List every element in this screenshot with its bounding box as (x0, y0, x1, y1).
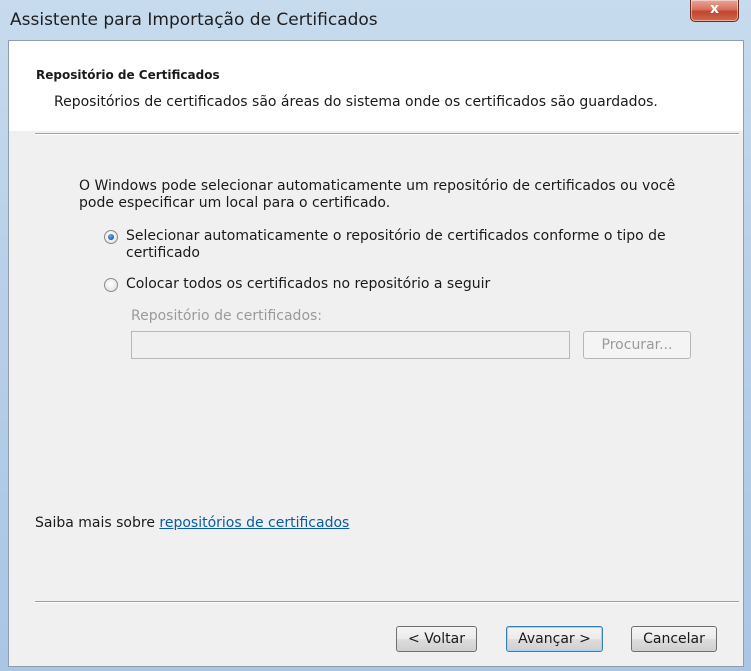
title-bar[interactable]: Assistente para Importação de Certificad… (0, 0, 751, 40)
page-description: Repositórios de certificados são áreas d… (54, 94, 658, 110)
wizard-header: Repositório de Certificados Repositórios… (9, 41, 743, 131)
next-button[interactable]: Avançar > (506, 626, 603, 652)
radio-button-selected[interactable] (104, 230, 118, 244)
close-icon: x (709, 1, 720, 17)
intro-text: O Windows pode selecionar automaticament… (79, 178, 676, 211)
close-button[interactable]: x (690, 0, 739, 22)
radio-button[interactable] (104, 278, 118, 292)
window-title: Assistente para Importação de Certificad… (10, 10, 378, 30)
footer-divider (35, 601, 739, 603)
cancel-button[interactable]: Cancelar (631, 626, 717, 652)
learn-more-link[interactable]: repositórios de certificados (159, 515, 349, 531)
certificate-store-label: Repositório de certificados: (131, 308, 323, 324)
radio-place-in-store-label[interactable]: Colocar todos os certificados no reposit… (126, 276, 490, 293)
radio-auto-select-label[interactable]: Selecionar automaticamente o repositório… (126, 228, 666, 262)
learn-more-text: Saiba mais sobre repositórios de certifi… (35, 515, 349, 531)
back-button[interactable]: < Voltar (396, 626, 477, 652)
browse-button: Procurar... (583, 331, 691, 359)
dialog-window: Assistente para Importação de Certificad… (0, 0, 751, 671)
dialog-client-area: Repositório de Certificados Repositórios… (8, 40, 744, 667)
page-title: Repositório de Certificados (36, 68, 220, 82)
certificate-store-field (131, 331, 570, 359)
header-divider (35, 133, 739, 135)
learn-more-prefix: Saiba mais sobre (35, 515, 155, 531)
